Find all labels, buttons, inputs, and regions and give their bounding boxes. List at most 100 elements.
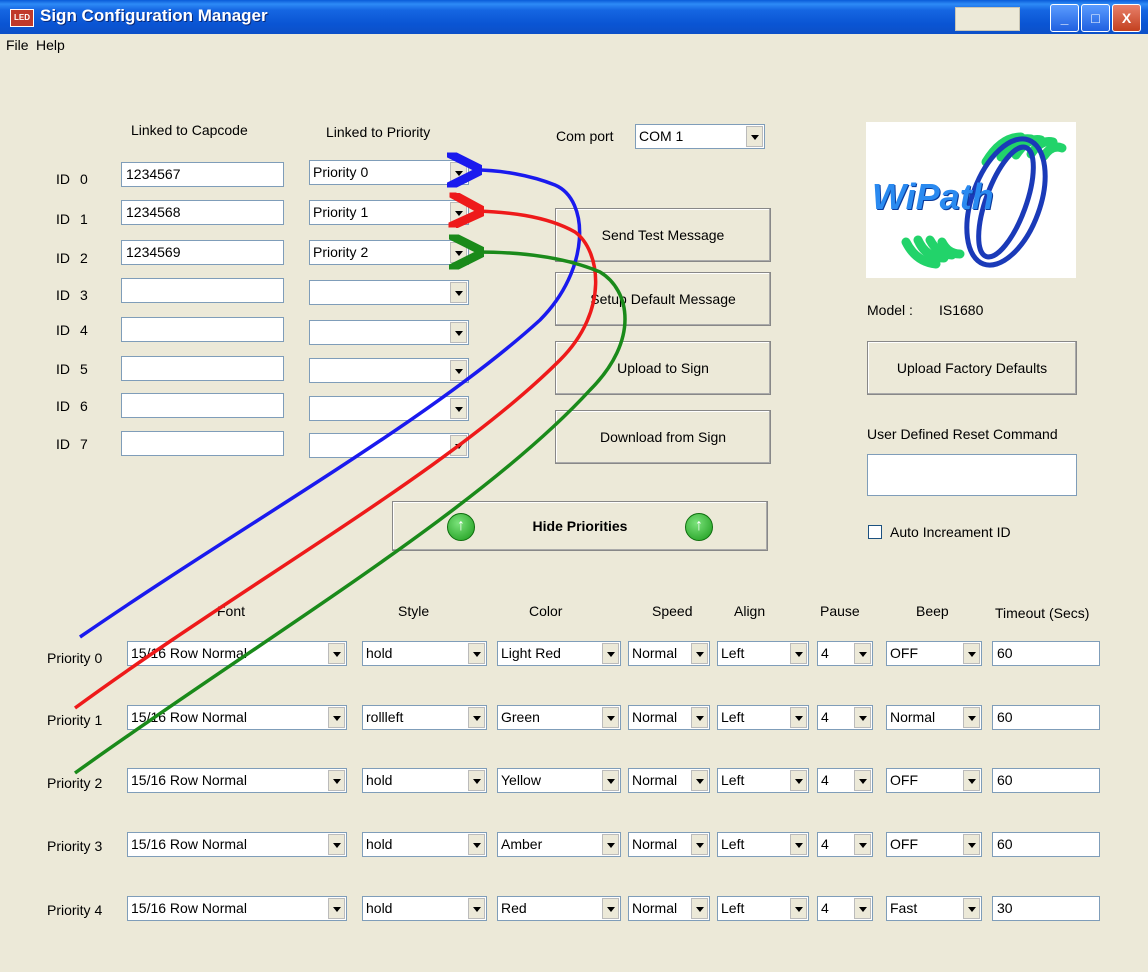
speed-select[interactable]: Normal (628, 705, 710, 730)
speed-select[interactable]: Normal (628, 896, 710, 921)
color-select[interactable]: Red (497, 896, 621, 921)
chevron-down-icon[interactable] (691, 898, 708, 919)
chevron-down-icon[interactable] (450, 322, 467, 343)
style-select[interactable]: hold (362, 641, 487, 666)
priority-link-select[interactable] (309, 358, 469, 383)
priority-link-select[interactable] (309, 396, 469, 421)
pause-select[interactable]: 4 (817, 896, 873, 921)
menu-help[interactable]: Help (36, 37, 65, 53)
align-select[interactable]: Left (717, 641, 809, 666)
chevron-down-icon[interactable] (450, 202, 467, 223)
chevron-down-icon[interactable] (854, 834, 871, 855)
reset-command-input[interactable] (867, 454, 1077, 496)
capcode-input[interactable] (121, 278, 284, 303)
capcode-input[interactable] (121, 431, 284, 456)
chevron-down-icon[interactable] (328, 707, 345, 728)
setup-default-message-button[interactable]: Setup Default Message (555, 272, 771, 326)
chevron-down-icon[interactable] (790, 834, 807, 855)
style-select[interactable]: hold (362, 896, 487, 921)
speed-select[interactable]: Normal (628, 832, 710, 857)
chevron-down-icon[interactable] (450, 162, 467, 183)
timeout-input[interactable]: 60 (992, 705, 1100, 730)
priority-link-select[interactable] (309, 433, 469, 458)
pause-select[interactable]: 4 (817, 705, 873, 730)
auto-increment-checkbox[interactable] (868, 525, 882, 539)
chevron-down-icon[interactable] (468, 770, 485, 791)
chevron-down-icon[interactable] (691, 643, 708, 664)
upload-to-sign-button[interactable]: Upload to Sign (555, 341, 771, 395)
upload-factory-defaults-button[interactable]: Upload Factory Defaults (867, 341, 1077, 395)
timeout-input[interactable]: 60 (992, 832, 1100, 857)
timeout-input[interactable]: 60 (992, 641, 1100, 666)
align-select[interactable]: Left (717, 768, 809, 793)
download-from-sign-button[interactable]: Download from Sign (555, 410, 771, 464)
style-select[interactable]: hold (362, 768, 487, 793)
chevron-down-icon[interactable] (450, 242, 467, 263)
hide-priorities-button[interactable]: ↑ Hide Priorities ↑ (392, 501, 768, 551)
capcode-input[interactable]: 1234567 (121, 162, 284, 187)
beep-select[interactable]: Normal (886, 705, 982, 730)
chevron-down-icon[interactable] (790, 898, 807, 919)
chevron-down-icon[interactable] (468, 898, 485, 919)
priority-link-select[interactable]: Priority 1 (309, 200, 469, 225)
chevron-down-icon[interactable] (963, 834, 980, 855)
color-select[interactable]: Yellow (497, 768, 621, 793)
beep-select[interactable]: OFF (886, 832, 982, 857)
comport-select[interactable]: COM 1 (635, 124, 765, 149)
chevron-down-icon[interactable] (328, 643, 345, 664)
chevron-down-icon[interactable] (602, 770, 619, 791)
chevron-down-icon[interactable] (328, 770, 345, 791)
align-select[interactable]: Left (717, 896, 809, 921)
minimize-button[interactable]: _ (1050, 4, 1079, 32)
font-select[interactable]: 15/16 Row Normal (127, 641, 347, 666)
chevron-down-icon[interactable] (963, 707, 980, 728)
capcode-input[interactable] (121, 317, 284, 342)
beep-select[interactable]: OFF (886, 641, 982, 666)
pause-select[interactable]: 4 (817, 768, 873, 793)
chevron-down-icon[interactable] (691, 770, 708, 791)
chevron-down-icon[interactable] (602, 834, 619, 855)
chevron-down-icon[interactable] (602, 898, 619, 919)
title-bar[interactable]: LED Sign Configuration Manager _ □ X (0, 0, 1148, 34)
chevron-down-icon[interactable] (790, 643, 807, 664)
chevron-down-icon[interactable] (691, 834, 708, 855)
chevron-down-icon[interactable] (746, 126, 763, 147)
font-select[interactable]: 15/16 Row Normal (127, 832, 347, 857)
font-select[interactable]: 15/16 Row Normal (127, 705, 347, 730)
chevron-down-icon[interactable] (854, 898, 871, 919)
chevron-down-icon[interactable] (468, 834, 485, 855)
chevron-down-icon[interactable] (468, 643, 485, 664)
align-select[interactable]: Left (717, 705, 809, 730)
color-select[interactable]: Green (497, 705, 621, 730)
chevron-down-icon[interactable] (854, 707, 871, 728)
priority-link-select[interactable]: Priority 2 (309, 240, 469, 265)
send-test-message-button[interactable]: Send Test Message (555, 208, 771, 262)
capcode-input[interactable]: 1234568 (121, 200, 284, 225)
chevron-down-icon[interactable] (691, 707, 708, 728)
timeout-input[interactable]: 30 (992, 896, 1100, 921)
timeout-input[interactable]: 60 (992, 768, 1100, 793)
chevron-down-icon[interactable] (328, 834, 345, 855)
chevron-down-icon[interactable] (790, 770, 807, 791)
chevron-down-icon[interactable] (450, 282, 467, 303)
chevron-down-icon[interactable] (450, 435, 467, 456)
beep-select[interactable]: Fast (886, 896, 982, 921)
chevron-down-icon[interactable] (963, 898, 980, 919)
chevron-down-icon[interactable] (450, 398, 467, 419)
pause-select[interactable]: 4 (817, 641, 873, 666)
maximize-button[interactable]: □ (1081, 4, 1110, 32)
chevron-down-icon[interactable] (450, 360, 467, 381)
color-select[interactable]: Amber (497, 832, 621, 857)
font-select[interactable]: 15/16 Row Normal (127, 896, 347, 921)
font-select[interactable]: 15/16 Row Normal (127, 768, 347, 793)
color-select[interactable]: Light Red (497, 641, 621, 666)
chevron-down-icon[interactable] (854, 770, 871, 791)
chevron-down-icon[interactable] (602, 707, 619, 728)
style-select[interactable]: hold (362, 832, 487, 857)
priority-link-select[interactable]: Priority 0 (309, 160, 469, 185)
capcode-input[interactable]: 1234569 (121, 240, 284, 265)
menu-file[interactable]: File (6, 37, 29, 53)
priority-link-select[interactable] (309, 280, 469, 305)
chevron-down-icon[interactable] (854, 643, 871, 664)
align-select[interactable]: Left (717, 832, 809, 857)
